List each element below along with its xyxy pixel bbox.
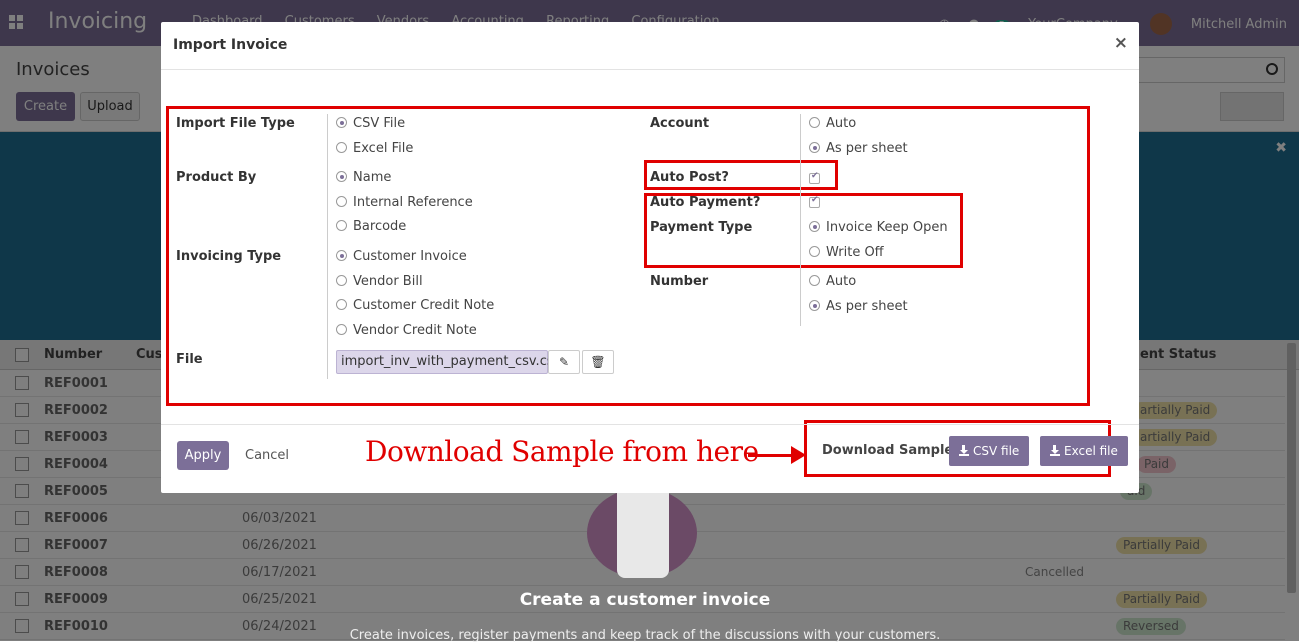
- apply-button[interactable]: Apply: [177, 441, 229, 470]
- radio-button[interactable]: [809, 300, 820, 311]
- option-label: Excel File: [353, 141, 414, 156]
- download-csv-button[interactable]: CSV file: [949, 436, 1030, 466]
- close-icon[interactable]: ×: [1114, 33, 1128, 53]
- invoicing-type-label: Invoicing Type: [176, 249, 282, 264]
- annotation-text: Download Sample from here: [365, 435, 759, 468]
- option-label: Auto: [826, 116, 857, 131]
- annotation-arrow: [748, 454, 796, 457]
- option-label: Internal Reference: [353, 195, 473, 210]
- option-label: Name: [353, 170, 392, 185]
- radio-product-barcode[interactable]: Barcode: [336, 219, 406, 234]
- radio-number-auto[interactable]: Auto: [809, 274, 856, 289]
- download-excel-button[interactable]: Excel file: [1040, 436, 1128, 466]
- option-label: Vendor Credit Note: [353, 323, 477, 338]
- auto-post-label: Auto Post?: [650, 170, 729, 185]
- radio-button[interactable]: [336, 171, 347, 182]
- dialog-title: Import Invoice: [173, 37, 288, 53]
- radio-number-as-per-sheet[interactable]: As per sheet: [809, 299, 908, 314]
- download-icon: [1050, 445, 1060, 456]
- radio-button[interactable]: [809, 246, 820, 257]
- account-label: Account: [650, 116, 710, 131]
- left-column-separator: [327, 114, 328, 379]
- radio-button[interactable]: [809, 275, 820, 286]
- download-icon: [959, 445, 969, 456]
- product-by-label: Product By: [176, 170, 257, 185]
- right-column-separator: [800, 114, 801, 326]
- radio-vendor-credit-note[interactable]: Vendor Credit Note: [336, 323, 477, 338]
- radio-button[interactable]: [809, 221, 820, 232]
- option-label: Auto: [826, 274, 857, 289]
- option-label: CSV File: [353, 116, 406, 131]
- option-label: Barcode: [353, 219, 407, 234]
- annotation-arrow-head: [791, 446, 806, 464]
- radio-vendor-bill[interactable]: Vendor Bill: [336, 274, 423, 289]
- auto-payment-label: Auto Payment?: [650, 195, 761, 210]
- auto-post-checkbox[interactable]: [809, 171, 820, 184]
- radio-button[interactable]: [336, 324, 347, 335]
- payment-type-label: Payment Type: [650, 220, 753, 235]
- radio-account-auto[interactable]: Auto: [809, 116, 856, 131]
- radio-button[interactable]: [336, 299, 347, 310]
- option-label: Invoice Keep Open: [826, 220, 948, 235]
- delete-file-icon[interactable]: 🗑: [582, 350, 614, 374]
- radio-button[interactable]: [336, 117, 347, 128]
- download-excel-label: Excel file: [1064, 444, 1118, 458]
- radio-customer-invoice[interactable]: Customer Invoice: [336, 249, 467, 264]
- radio-button[interactable]: [809, 117, 820, 128]
- radio-customer-credit-note[interactable]: Customer Credit Note: [336, 298, 494, 313]
- radio-excel-file[interactable]: Excel File: [336, 141, 413, 156]
- empty-help-heading: Create a customer invoice: [519, 590, 771, 610]
- edit-file-icon[interactable]: ✎: [548, 350, 580, 374]
- radio-button[interactable]: [336, 220, 347, 231]
- download-csv-label: CSV file: [973, 444, 1020, 458]
- option-label: As per sheet: [826, 141, 908, 156]
- dialog-footer-divider: [161, 424, 1139, 425]
- radio-button[interactable]: [336, 142, 347, 153]
- radio-button[interactable]: [809, 142, 820, 153]
- radio-button[interactable]: [336, 275, 347, 286]
- option-label: Customer Invoice: [353, 249, 467, 264]
- number-label: Number: [650, 274, 709, 289]
- file-name-field[interactable]: import_inv_with_payment_csv.csv: [336, 350, 561, 374]
- dialog-header: Import Invoice ×: [161, 22, 1139, 70]
- import-invoice-dialog: Import Invoice × Import File Type Produc…: [161, 22, 1139, 493]
- invoice-illustration-icon: [587, 478, 697, 578]
- radio-invoice-keep-open[interactable]: Invoice Keep Open: [809, 220, 948, 235]
- option-label: Write Off: [826, 245, 884, 260]
- radio-write-off[interactable]: Write Off: [809, 245, 884, 260]
- file-label: File: [176, 352, 203, 367]
- radio-account-as-per-sheet[interactable]: As per sheet: [809, 141, 908, 156]
- import-file-type-label: Import File Type: [176, 116, 295, 131]
- option-label: Customer Credit Note: [353, 298, 495, 313]
- option-label: As per sheet: [826, 299, 908, 314]
- auto-payment-checkbox[interactable]: [809, 195, 820, 208]
- radio-csv-file[interactable]: CSV File: [336, 116, 405, 131]
- cancel-button[interactable]: Cancel: [245, 441, 289, 470]
- radio-button[interactable]: [336, 196, 347, 207]
- radio-product-internal-reference[interactable]: Internal Reference: [336, 195, 473, 210]
- radio-button[interactable]: [336, 250, 347, 261]
- radio-product-name[interactable]: Name: [336, 170, 391, 185]
- download-sample-label: Download Sample:: [822, 443, 959, 458]
- option-label: Vendor Bill: [353, 274, 423, 289]
